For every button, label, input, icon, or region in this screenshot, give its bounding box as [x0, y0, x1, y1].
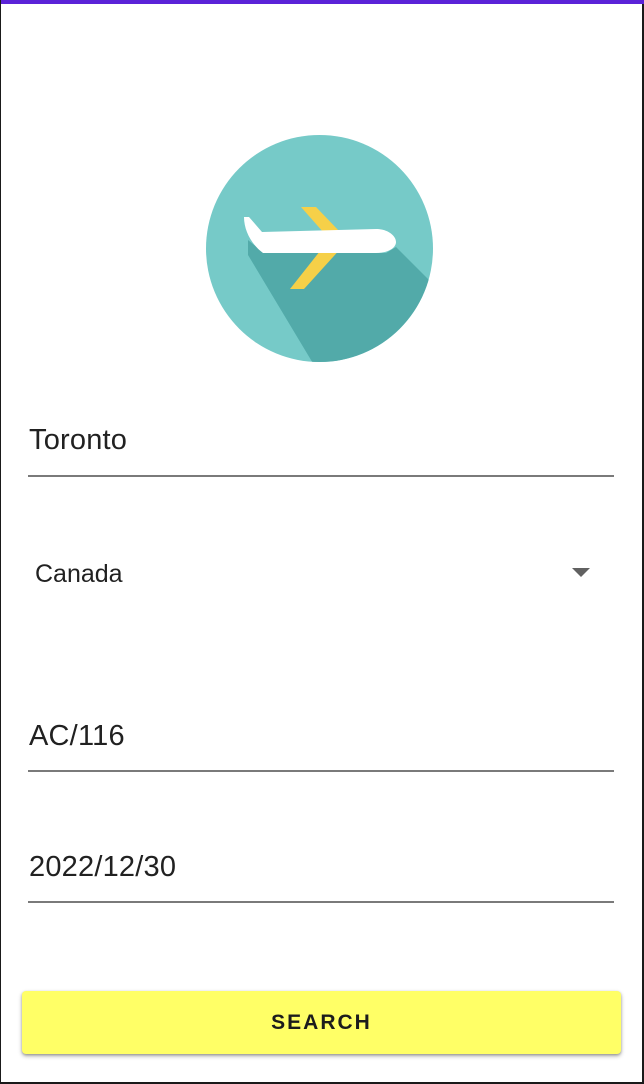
country-selected-value: Canada [35, 560, 123, 588]
flight-number-value: AC/116 [29, 720, 125, 752]
date-field[interactable]: 2022/12/30 [28, 836, 614, 903]
app-window: Toronto Canada AC/116 2022/12/30 SEARCH [0, 0, 644, 1084]
country-dropdown[interactable]: Canada [28, 540, 614, 606]
search-button-label: SEARCH [271, 1010, 372, 1034]
city-field[interactable]: Toronto [28, 410, 614, 477]
status-bar-accent [1, 0, 644, 4]
dropdown-arrow-icon[interactable] [572, 568, 590, 577]
flight-number-field[interactable]: AC/116 [28, 706, 614, 772]
search-button[interactable]: SEARCH [22, 991, 621, 1054]
date-field-value: 2022/12/30 [29, 851, 177, 883]
city-field-value: Toronto [29, 424, 128, 456]
airplane-icon [206, 135, 433, 362]
